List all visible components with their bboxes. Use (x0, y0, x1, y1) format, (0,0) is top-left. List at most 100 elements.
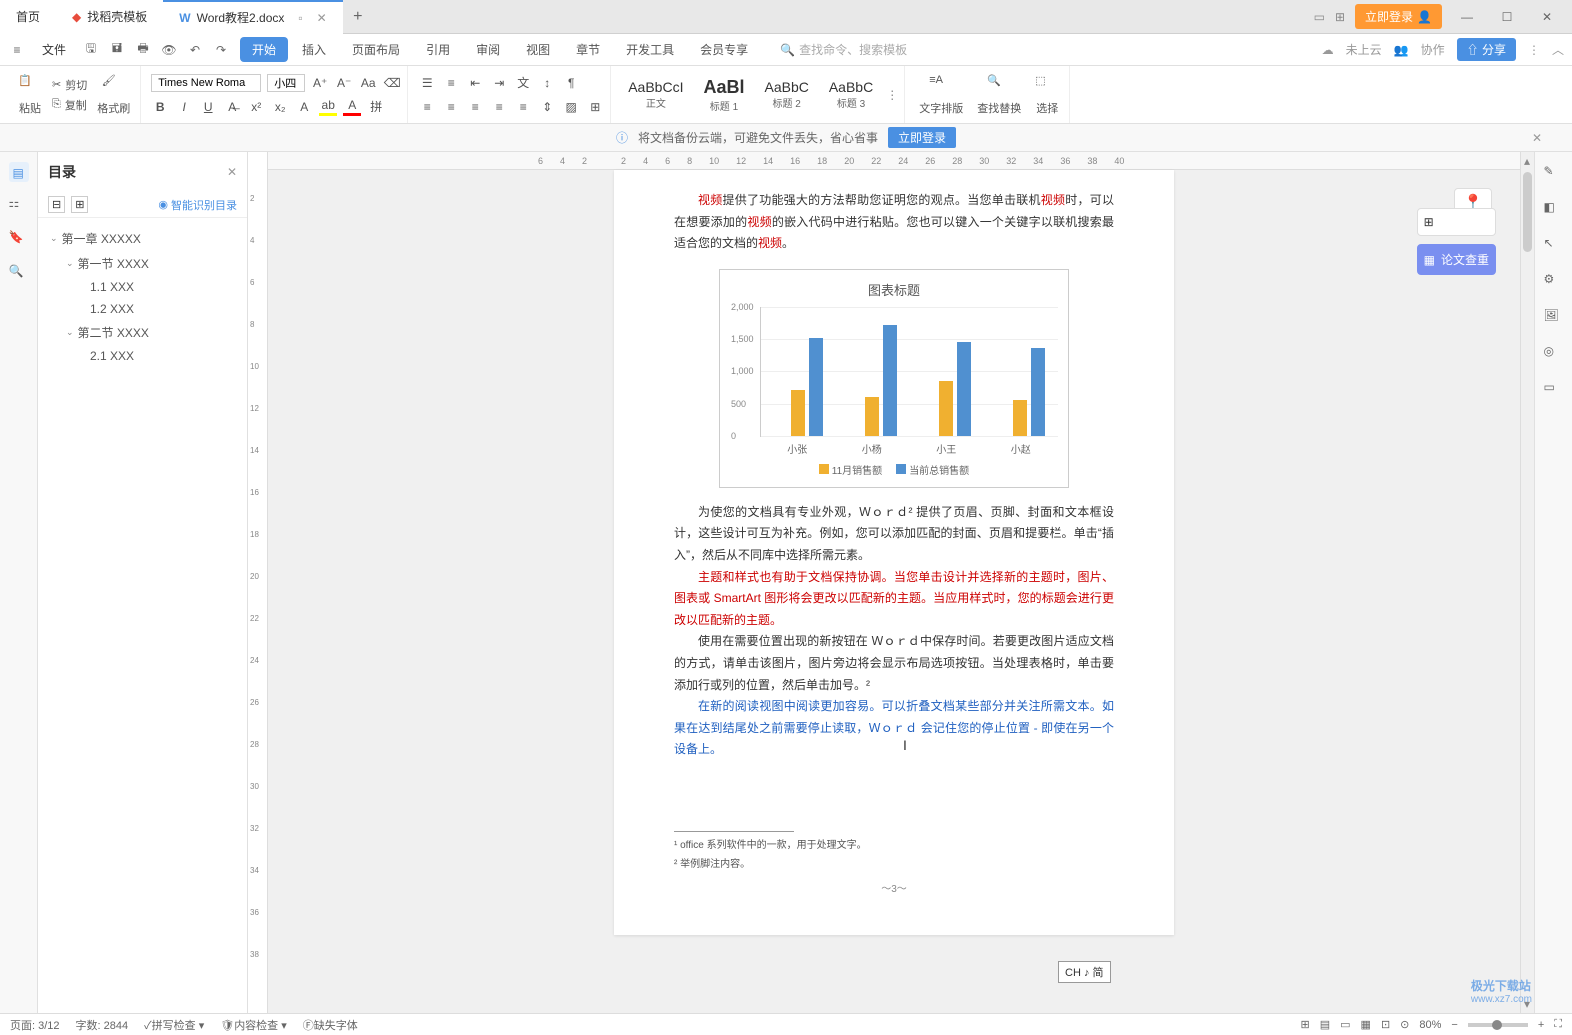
target-rail-icon[interactable]: ◎ (1544, 344, 1564, 364)
tab-template[interactable]: ◆ 找稻壳模板 (56, 0, 163, 34)
style-normal[interactable]: AaBbCcI 正文 (621, 76, 690, 113)
vertical-ruler[interactable]: 2468101214161820222426283032343638 (248, 152, 268, 1013)
collapse-ribbon-icon[interactable]: ︿ (1552, 41, 1564, 58)
banner-close-icon[interactable]: ✕ (1532, 131, 1542, 145)
view-mode-1-icon[interactable]: ⊞ (1301, 1018, 1310, 1031)
text-layout-button[interactable]: ≡A 文字排版 (915, 70, 967, 120)
undo-icon[interactable]: ↶ (186, 41, 204, 59)
command-search[interactable]: 🔍 查找命令、搜索模板 (780, 41, 907, 58)
line-spacing-icon[interactable]: ⇕ (538, 98, 556, 116)
cut-button[interactable]: ✂剪切 (52, 77, 87, 93)
redo-icon[interactable]: ↷ (212, 41, 230, 59)
select-button[interactable]: ⬚ 选择 (1031, 70, 1063, 120)
shape-rail-icon[interactable]: ◧ (1544, 200, 1564, 220)
numbering-icon[interactable]: ≡ (442, 74, 460, 92)
decrease-indent-icon[interactable]: ⇤ (466, 74, 484, 92)
ribbon-tab-layout[interactable]: 页面布局 (340, 37, 412, 62)
tree-item-chapter1[interactable]: ⌄第一章 XXXXX (42, 226, 243, 251)
ribbon-tab-start[interactable]: 开始 (240, 37, 288, 62)
change-case-icon[interactable]: Aa (359, 74, 377, 92)
status-words[interactable]: 字数: 2844 (76, 1017, 129, 1033)
smart-outline-button[interactable]: ◉ 智能识别目录 (158, 197, 237, 213)
chart[interactable]: 图表标题 05001,0001,5002,000 小张小杨小王小赵 11月销售额… (719, 269, 1069, 488)
highlight-icon[interactable]: ab (319, 98, 337, 116)
share-button[interactable]: ⇧ 分享 (1457, 38, 1516, 61)
tree-item-section2[interactable]: ⌄第二节 XXXX (42, 320, 243, 345)
align-right-icon[interactable]: ≡ (466, 98, 484, 116)
ribbon-tab-review[interactable]: 审阅 (464, 37, 512, 62)
decrease-font-icon[interactable]: A⁻ (335, 74, 353, 92)
ribbon-tab-section[interactable]: 章节 (564, 37, 612, 62)
zoom-in-icon[interactable]: + (1538, 1019, 1544, 1031)
italic-icon[interactable]: I (175, 98, 193, 116)
expand-all-icon[interactable]: ⊟ (48, 196, 65, 213)
paste-button[interactable]: 📋 粘贴 (14, 70, 46, 120)
borders-icon[interactable]: ⊞ (586, 98, 604, 116)
tab-document[interactable]: W Word教程2.docx ▫ ✕ (163, 0, 342, 34)
clear-format-icon[interactable]: ⌫ (383, 74, 401, 92)
maximize-button[interactable]: ☐ (1492, 10, 1522, 24)
tree-item-1-2[interactable]: 1.2 XXX (42, 298, 243, 320)
view-mode-2-icon[interactable]: ▤ (1320, 1018, 1330, 1031)
increase-font-icon[interactable]: A⁺ (311, 74, 329, 92)
outline-close-icon[interactable]: ✕ (227, 165, 237, 179)
vertical-scrollbar[interactable]: ▴ ▾ (1520, 152, 1534, 1013)
file-menu[interactable]: 文件 (34, 41, 74, 58)
tab-home[interactable]: 首页 (0, 0, 56, 34)
text-direction-icon[interactable]: 文 (514, 74, 532, 92)
outline-rail-icon[interactable]: ▤ (9, 162, 29, 182)
more-icon[interactable]: ⋮ (1528, 43, 1540, 57)
close-button[interactable]: ✕ (1532, 10, 1562, 24)
clip-rail-icon[interactable]: 🖼 (1544, 308, 1564, 328)
bookmark-rail-icon[interactable]: ⚏ (9, 196, 29, 216)
style-rail-icon[interactable]: ✎ (1544, 164, 1564, 184)
bullets-icon[interactable]: ☰ (418, 74, 436, 92)
save-icon[interactable]: 🖫 (82, 41, 100, 59)
print-preview-icon[interactable]: 👁 (160, 41, 178, 59)
horizontal-ruler[interactable]: 642246810121416182022242628303234363840 (268, 152, 1520, 170)
distribute-icon[interactable]: ≡ (514, 98, 532, 116)
tab-add-button[interactable]: + (343, 8, 373, 26)
view-mode-3-icon[interactable]: ▭ (1340, 1018, 1350, 1031)
select-rail-icon[interactable]: ↖ (1544, 236, 1564, 256)
document-scroll[interactable]: 642246810121416182022242628303234363840 … (268, 152, 1520, 1013)
fullscreen-icon[interactable]: ⛶ (1554, 1018, 1562, 1031)
styles-more-icon[interactable]: ⋮ (886, 88, 898, 102)
save-as-icon[interactable]: 🖬 (108, 41, 126, 59)
tree-item-2-1[interactable]: 2.1 XXX (42, 345, 243, 367)
align-justify-icon[interactable]: ≡ (490, 98, 508, 116)
style-heading2[interactable]: AaBbC 标题 2 (757, 76, 815, 113)
status-page[interactable]: 页面: 3/12 (10, 1017, 60, 1033)
find-replace-button[interactable]: 🔍 查找替换 (973, 70, 1025, 120)
banner-login-button[interactable]: 立即登录 (888, 127, 956, 148)
status-content-check[interactable]: 🛡内容检查 ▾ (220, 1017, 287, 1033)
show-marks-icon[interactable]: ¶ (562, 74, 580, 92)
tab-menu-icon[interactable]: ▫ (298, 11, 302, 25)
ribbon-tab-reference[interactable]: 引用 (414, 37, 462, 62)
ribbon-tab-member[interactable]: 会员专享 (688, 37, 760, 62)
align-center-icon[interactable]: ≡ (442, 98, 460, 116)
font-family-select[interactable] (151, 74, 261, 92)
zoom-slider[interactable] (1468, 1023, 1528, 1027)
collab-label[interactable]: 协作 (1421, 41, 1445, 58)
status-spell[interactable]: ✓拼写检查 ▾ (144, 1017, 204, 1033)
search-rail-icon[interactable]: 🔍 (9, 264, 29, 284)
ime-indicator[interactable]: CH ♪ 简 (1058, 961, 1111, 983)
zoom-fit-icon[interactable]: ⊙ (1400, 1018, 1409, 1031)
shading-icon[interactable]: ▨ (562, 98, 580, 116)
style-heading3[interactable]: AaBbC 标题 3 (822, 76, 880, 113)
cloud-status[interactable]: 未上云 (1346, 41, 1382, 58)
print-icon[interactable]: 🖶 (134, 41, 152, 59)
thesis-check-button[interactable]: ▦ 论文查重 (1417, 244, 1496, 275)
cloud-icon[interactable]: ☁ (1322, 43, 1334, 57)
zoom-out-icon[interactable]: − (1451, 1019, 1457, 1031)
bookmark2-rail-icon[interactable]: 🔖 (9, 230, 29, 250)
tab-close-icon[interactable]: ✕ (317, 11, 327, 25)
ribbon-tab-view[interactable]: 视图 (514, 37, 562, 62)
copy-button[interactable]: ⎘复制 (52, 97, 87, 113)
zoom-level[interactable]: 80% (1419, 1019, 1441, 1031)
font-color-icon[interactable]: A (343, 98, 361, 116)
settings-rail-icon[interactable]: ⚙ (1544, 272, 1564, 292)
minimize-button[interactable]: — (1452, 10, 1482, 24)
view-mode-4-icon[interactable]: ▦ (1361, 1018, 1371, 1031)
